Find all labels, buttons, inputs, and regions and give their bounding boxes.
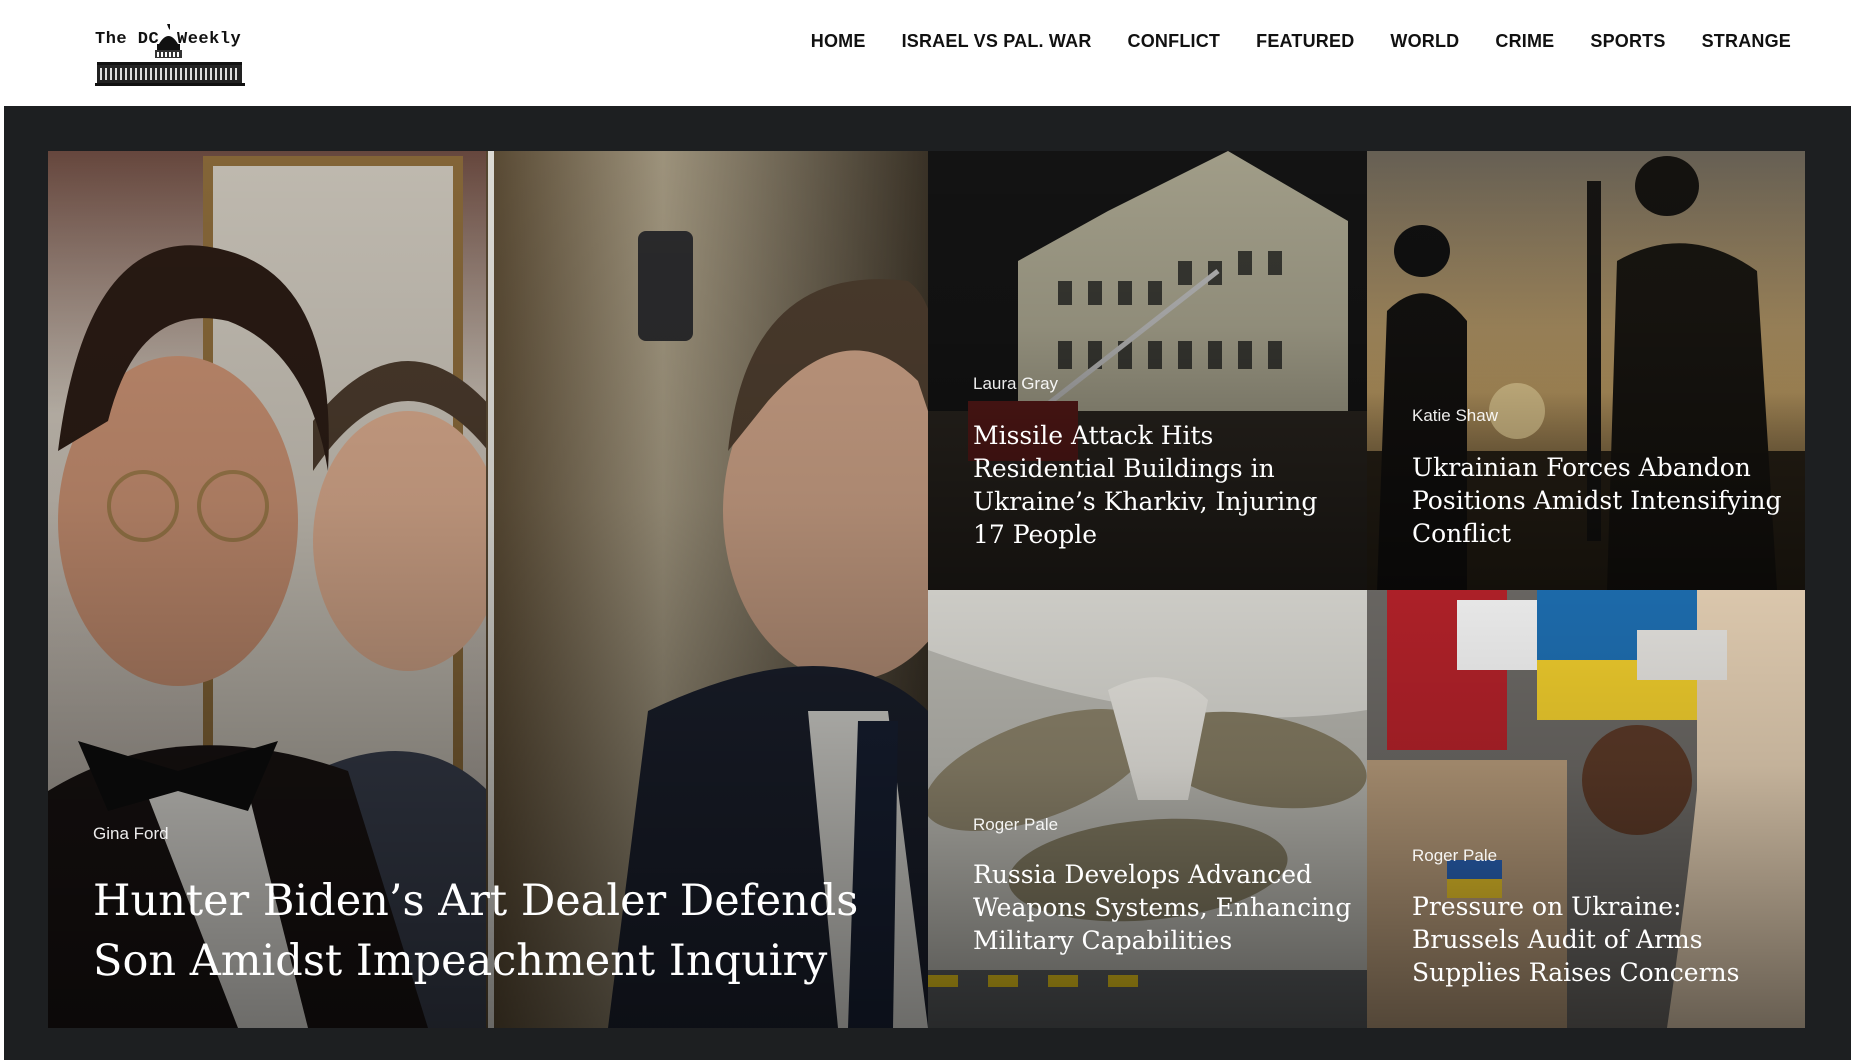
featured-tile-author[interactable]: Katie Shaw [1412,406,1498,426]
featured-tile-headline[interactable]: Pressure on Ukraine: Brussels Audit of A… [1412,890,1792,989]
featured-grid: Gina Ford Hunter Biden’s Art Dealer Defe… [48,151,1805,1028]
nav-conflict[interactable]: CONFLICT [1128,31,1221,52]
featured-tile-headline[interactable]: Ukrainian Forces Abandon Positions Amids… [1412,451,1792,550]
featured-tile-author[interactable]: Roger Pale [973,815,1058,835]
featured-section: Gina Ford Hunter Biden’s Art Dealer Defe… [4,106,1851,1060]
site-logo[interactable]: The DC Weekly [95,22,245,88]
featured-tile-card[interactable]: Laura Gray Missile Attack Hits Residenti… [928,151,1367,590]
logo-text: The DC Weekly [95,30,241,49]
nav-featured[interactable]: FEATURED [1256,31,1354,52]
nav-israel-vs-pal-war[interactable]: ISRAEL VS PAL. WAR [902,31,1092,52]
featured-tile-author[interactable]: Roger Pale [1412,846,1497,866]
featured-main-card[interactable]: Gina Ford Hunter Biden’s Art Dealer Defe… [48,151,928,1028]
featured-tile-card[interactable]: Katie Shaw Ukrainian Forces Abandon Posi… [1367,151,1805,590]
nav-home[interactable]: HOME [811,31,866,52]
featured-tile-author[interactable]: Laura Gray [973,374,1058,394]
featured-main-author[interactable]: Gina Ford [93,824,169,844]
featured-tile-card[interactable]: Roger Pale Russia Develops Advanced Weap… [928,590,1367,1028]
logo-text-left: The DC [95,30,160,49]
nav-sports[interactable]: SPORTS [1590,31,1665,52]
nav-strange[interactable]: STRANGE [1702,31,1791,52]
site-header: The DC Weekly HOME ISRAEL VS PAL. WAR CO… [0,0,1855,106]
featured-tile-headline[interactable]: Missile Attack Hits Residential Building… [973,419,1353,551]
featured-tile-headline[interactable]: Russia Develops Advanced Weapons Systems… [973,858,1353,957]
nav-crime[interactable]: CRIME [1495,31,1554,52]
featured-tile-card[interactable]: Roger Pale Pressure on Ukraine: Brussels… [1367,590,1805,1028]
logo-text-right: Weekly [177,30,242,49]
featured-main-headline[interactable]: Hunter Biden’s Art Dealer Defends Son Am… [93,871,913,991]
nav-world[interactable]: WORLD [1390,31,1459,52]
featured-tile-overlay [928,590,1367,1028]
main-nav: HOME ISRAEL VS PAL. WAR CONFLICT FEATURE… [811,28,1791,54]
